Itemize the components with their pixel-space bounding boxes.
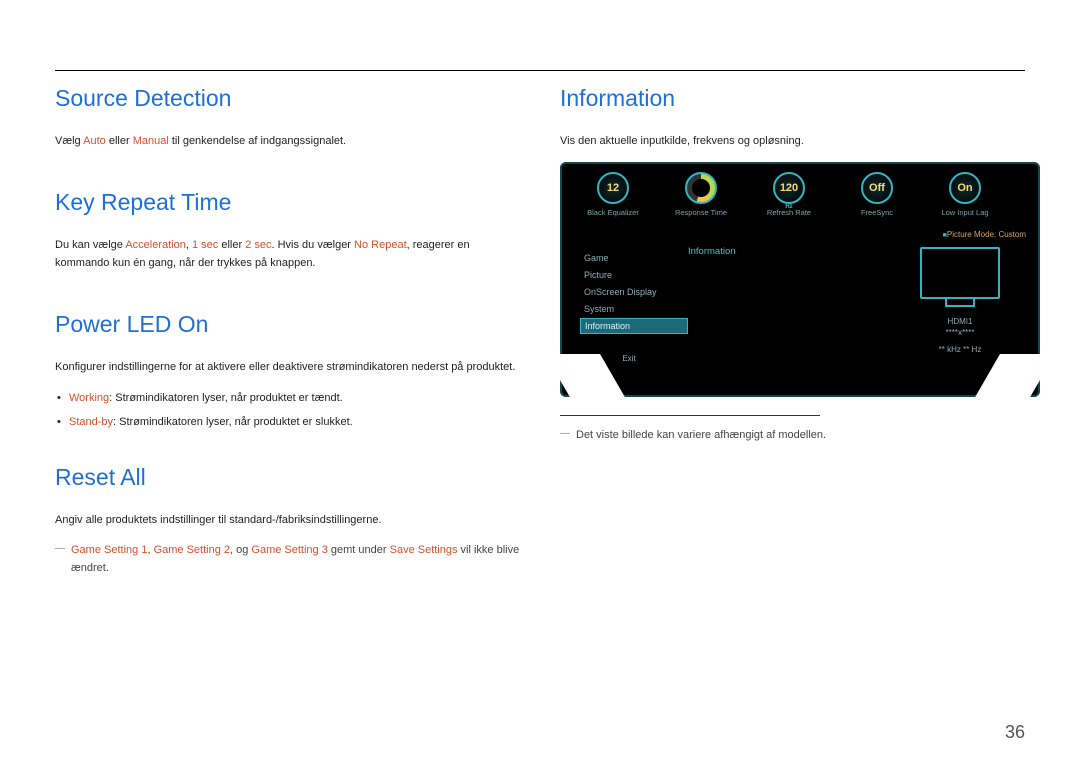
power-led-working: Working: Strømindikatoren lyser, når pro… [69, 389, 520, 407]
sd-manual: Manual [133, 135, 169, 147]
kr-2sec: 2 sec [245, 239, 271, 251]
stat-refresh-rate: 120Hz Refresh Rate [760, 172, 818, 217]
stat-value: 12 [607, 182, 619, 194]
pl-standby-k: Stand-by [69, 416, 113, 428]
ra-c2: , og [230, 544, 251, 556]
text-key-repeat: Du kan vælge Acceleration, 1 sec eller 2… [55, 236, 520, 272]
stat-freesync: Off FreeSync [848, 172, 906, 217]
osd-center-header: Information [688, 246, 890, 257]
stat-label: Low Input Lag [936, 208, 994, 217]
content-columns: Source Detection Vælg Auto eller Manual … [55, 55, 1025, 589]
sd-mid: eller [106, 135, 133, 147]
pm-label: Picture Mode: [947, 230, 999, 239]
menu-item-information[interactable]: Information [580, 318, 688, 334]
osd-body: Game Picture OnScreen Display System Inf… [560, 242, 1040, 397]
pl-working-v: : Strømindikatoren lyser, når produktet … [109, 392, 343, 404]
stat-label: Response Time [672, 208, 730, 217]
stat-response-time: Response Time [672, 172, 730, 217]
stat-value: 120 [780, 182, 798, 194]
kr-pre: Du kan vælge [55, 239, 125, 251]
stat-sub: Hz [775, 204, 803, 210]
ra-gs2: Game Setting 2 [154, 544, 230, 556]
text-information-footnote: Det viste billede kan variere afhængigt … [560, 426, 1025, 444]
text-power-led-intro: Konfigurer indstillingerne for at aktive… [55, 358, 520, 376]
osd-center: Information [688, 242, 890, 397]
left-column: Source Detection Vælg Auto eller Manual … [55, 83, 520, 589]
menu-item-onscreen-display[interactable]: OnScreen Display [580, 284, 688, 300]
sd-pre: Vælg [55, 135, 83, 147]
heading-reset-all: Reset All [55, 464, 520, 491]
stat-black-equalizer: 12 Black Equalizer [584, 172, 642, 217]
stat-label: Black Equalizer [584, 208, 642, 217]
ra-mid: gemt under [328, 544, 390, 556]
heading-power-led: Power LED On [55, 311, 520, 338]
stat-value: Off [869, 182, 885, 194]
heading-information: Information [560, 85, 1025, 112]
text-reset-all-note: Game Setting 1, Game Setting 2, og Game … [55, 541, 520, 577]
pl-standby-v: : Strømindikatoren lyser, når produktet … [113, 416, 353, 428]
power-led-list: Working: Strømindikatoren lyser, når pro… [55, 389, 520, 431]
text-information-intro: Vis den aktuelle inputkilde, frekvens og… [560, 132, 1025, 150]
menu-item-system[interactable]: System [580, 301, 688, 317]
thin-divider [560, 415, 820, 416]
right-column: Information Vis den aktuelle inputkilde,… [560, 83, 1025, 589]
page-number: 36 [1005, 722, 1025, 743]
heading-source-detection: Source Detection [55, 85, 520, 112]
stat-circle: On [949, 172, 981, 204]
kr-mid: . Hvis du vælger [272, 239, 355, 251]
ra-save: Save Settings [390, 544, 458, 556]
kr-norepeat: No Repeat [354, 239, 407, 251]
heading-key-repeat: Key Repeat Time [55, 189, 520, 216]
kr-accel: Acceleration [125, 239, 186, 251]
menu-item-game[interactable]: Game [580, 250, 688, 266]
osd-resolution: ****x**** [946, 328, 975, 337]
text-reset-all-intro: Angiv alle produktets indstillinger til … [55, 511, 520, 529]
osd-stats-row: 12 Black Equalizer Response Time 120Hz R… [560, 162, 1040, 217]
menu-item-picture[interactable]: Picture [580, 267, 688, 283]
stat-low-input-lag: On Low Input Lag [936, 172, 994, 217]
picture-mode: Picture Mode: Custom [943, 230, 1026, 239]
text-source-detection: Vælg Auto eller Manual til genkendelse a… [55, 132, 520, 150]
stat-label: FreeSync [848, 208, 906, 217]
top-divider [55, 70, 1025, 71]
stat-circle: 120Hz [773, 172, 805, 204]
stat-circle: 12 [597, 172, 629, 204]
stat-value: On [957, 182, 972, 194]
sd-auto: Auto [83, 135, 106, 147]
stat-circle: Off [861, 172, 893, 204]
kr-c2: eller [218, 239, 245, 251]
ra-gs1: Game Setting 1 [71, 544, 147, 556]
sd-post: til genkendelse af indgangssignalet. [169, 135, 346, 147]
power-led-standby: Stand-by: Strømindikatoren lyser, når pr… [69, 413, 520, 431]
gauge-icon [685, 172, 717, 204]
kr-1sec: 1 sec [192, 239, 218, 251]
osd-port: HDMI1 [948, 317, 973, 326]
osd-panel: 12 Black Equalizer Response Time 120Hz R… [560, 162, 1040, 397]
monitor-icon [920, 247, 1000, 299]
pl-working-k: Working [69, 392, 109, 404]
ra-gs3: Game Setting 3 [251, 544, 327, 556]
pm-value: Custom [998, 230, 1026, 239]
osd-khz: ** kHz ** Hz [939, 345, 982, 354]
